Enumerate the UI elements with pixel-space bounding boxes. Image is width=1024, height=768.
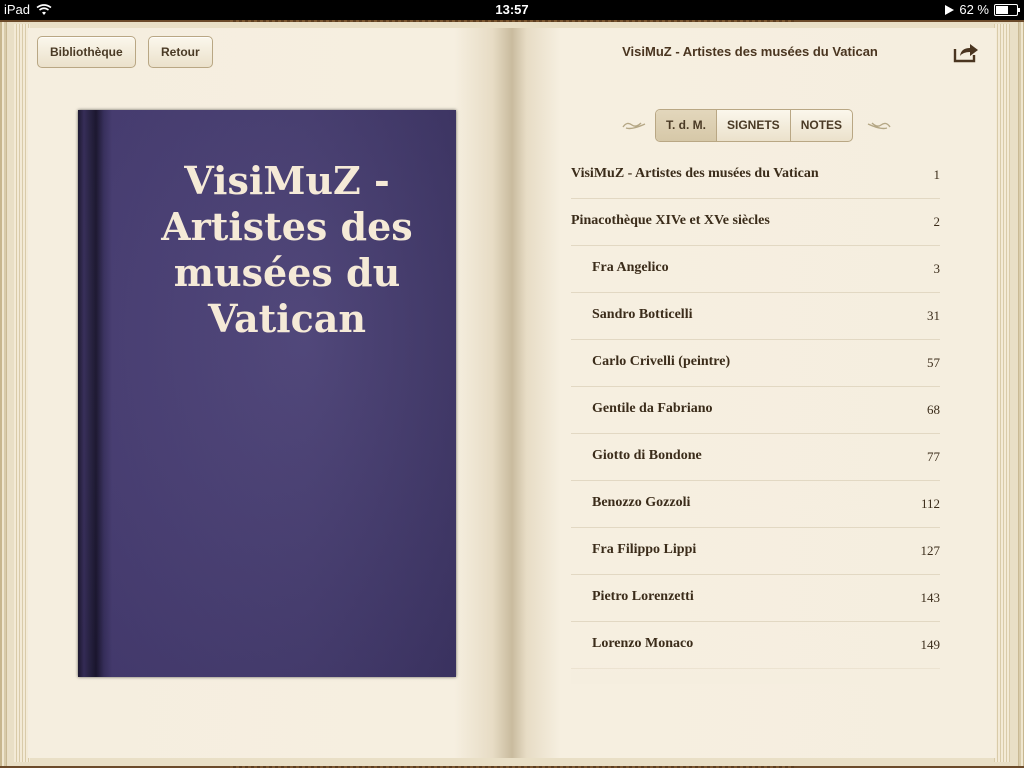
toc-entry-page: 143: [920, 590, 941, 605]
table-of-contents: VisiMuZ - Artistes des musées du Vatican…: [571, 152, 940, 682]
toc-row[interactable]: Gentile da Fabriano 68: [571, 387, 940, 434]
battery-percent: 62 %: [959, 2, 989, 17]
toc-row[interactable]: Pietro Lorenzetti 143: [571, 575, 940, 622]
toc-scroll-fade: [571, 660, 940, 684]
toc-entry-page: 77: [927, 449, 940, 464]
toc-entry-title: Giotto di Bondone: [592, 448, 702, 463]
toc-entry-title: Gentile da Fabriano: [592, 401, 713, 416]
page-edges-right: [994, 24, 1010, 762]
toc-entry-title: VisiMuZ - Artistes des musées du Vatican: [571, 166, 819, 181]
battery-icon: [994, 3, 1020, 16]
toc-entry-title: Benozzo Gozzoli: [592, 495, 691, 510]
tab-notes[interactable]: NOTES: [791, 110, 852, 141]
toc-entry-page: 31: [927, 308, 940, 323]
toc-entry-page: 1: [933, 167, 941, 182]
toc-entry-page: 3: [933, 261, 941, 276]
toc-row[interactable]: Giotto di Bondone 77: [571, 434, 940, 481]
status-bar: iPad 13:57 62 %: [0, 0, 1024, 20]
status-time: 13:57: [495, 2, 529, 17]
book-title: VisiMuZ - Artistes des musées du Vatican: [622, 44, 878, 59]
toc-entry-title: Fra Angelico: [592, 260, 669, 275]
cover-title: VisiMuZ - Artistes des musées du Vatican: [138, 158, 436, 342]
toc-row[interactable]: Sandro Botticelli 31: [571, 293, 940, 340]
toc-row[interactable]: Carlo Crivelli (peintre) 57: [571, 340, 940, 387]
flourish-icon: [622, 122, 646, 130]
cover-title-line: VisiMuZ -: [184, 158, 390, 203]
toc-entry-page: 149: [920, 637, 941, 652]
toc-entry-title: Lorenzo Monaco: [592, 636, 694, 651]
library-button[interactable]: Bibliothèque: [37, 36, 136, 68]
toc-entry-page: 127: [920, 543, 941, 558]
toc-segmented-control: T. d. M. SIGNETS NOTES: [655, 109, 854, 142]
toc-entry-title: Pinacothèque XIVe et XVe siècles: [571, 213, 770, 228]
toc-entry-title: Fra Filippo Lippi: [592, 542, 697, 557]
play-icon: [945, 4, 955, 15]
book-cover: VisiMuZ - Artistes des musées du Vatican: [78, 110, 456, 677]
flourish-icon: [867, 122, 891, 130]
tab-toc[interactable]: T. d. M.: [656, 110, 717, 141]
toc-entry-title: Carlo Crivelli (peintre): [592, 354, 731, 369]
back-button[interactable]: Retour: [148, 36, 213, 68]
toc-row[interactable]: Benozzo Gozzoli 112: [571, 481, 940, 528]
toc-entry-title: Pietro Lorenzetti: [592, 589, 694, 604]
toc-entry-page: 2: [933, 214, 941, 229]
toc-entry-page: 68: [927, 402, 940, 417]
toc-row[interactable]: Fra Angelico 3: [571, 246, 940, 293]
toc-entry-page: 112: [920, 496, 940, 511]
cover-title-line: Artistes des: [161, 204, 413, 249]
toc-entry-title: Sandro Botticelli: [592, 307, 693, 322]
share-icon[interactable]: [952, 40, 980, 64]
tab-bookmarks[interactable]: SIGNETS: [717, 110, 791, 141]
toc-entry-page: 57: [927, 355, 940, 370]
cover-title-line: Vatican: [208, 296, 366, 341]
toc-row[interactable]: VisiMuZ - Artistes des musées du Vatican…: [571, 152, 940, 199]
toc-row[interactable]: Pinacothèque XIVe et XVe siècles 2: [571, 199, 940, 246]
toc-row[interactable]: Fra Filippo Lippi 127: [571, 528, 940, 575]
cover-title-line: musées du: [173, 250, 401, 295]
